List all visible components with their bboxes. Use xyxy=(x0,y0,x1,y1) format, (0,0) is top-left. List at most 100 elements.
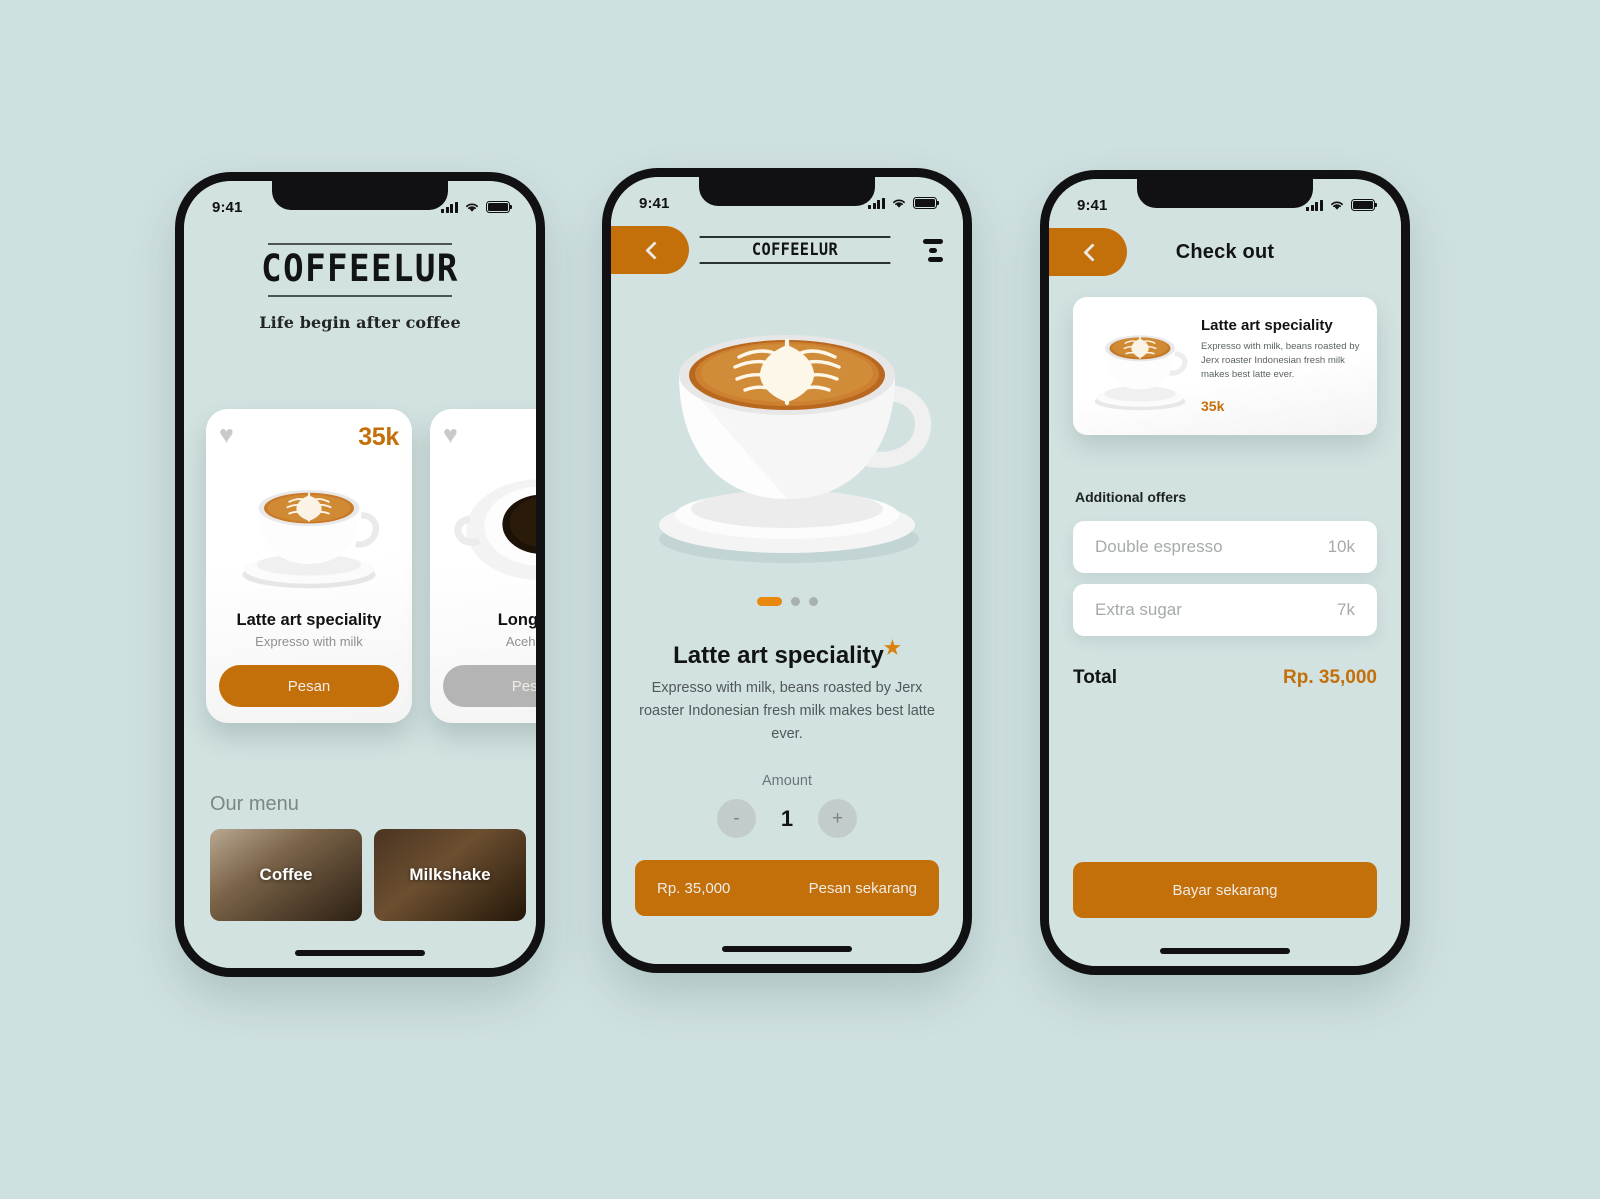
battery-icon xyxy=(1351,199,1378,211)
hamburger-menu-icon[interactable] xyxy=(901,238,963,262)
product-subtitle: Expresso with milk xyxy=(255,634,363,649)
heart-icon[interactable]: ♥ xyxy=(219,423,234,448)
offer-row[interactable]: Extra sugar 7k xyxy=(1073,584,1377,636)
status-time: 9:41 xyxy=(1077,196,1108,214)
detail-app-bar: COFFEELUR xyxy=(611,223,963,277)
offer-name: Extra sugar xyxy=(1095,600,1182,619)
order-bar-price: Rp. 35,000 xyxy=(657,879,731,897)
wifi-icon xyxy=(1331,201,1343,210)
black-coffee-image xyxy=(443,453,536,601)
product-card[interactable]: ♥ Long Bla Aceh gay Pesan xyxy=(430,409,536,723)
checkout-screen: 9:41 Check out Latte art speciality Expr… xyxy=(1049,179,1401,966)
cellular-signal-icon xyxy=(1306,199,1323,211)
order-button[interactable]: Pesan xyxy=(219,665,399,707)
brand-rule-bottom xyxy=(268,294,452,297)
cellular-signal-icon xyxy=(868,197,885,209)
brand-title: COFFEELUR xyxy=(261,247,459,290)
quantity-value: 1 xyxy=(780,805,794,831)
additional-offers-label: Additional offers xyxy=(1075,489,1187,505)
menu-section-heading: Our menu xyxy=(210,793,299,815)
offer-name: Double espresso xyxy=(1095,537,1223,556)
order-button[interactable]: Pesan xyxy=(443,665,536,707)
status-icons xyxy=(441,201,513,213)
battery-icon xyxy=(486,201,513,213)
checkout-item-description: Expresso with milk, beans roasted by Jer… xyxy=(1201,341,1360,380)
logo-rule-bottom xyxy=(699,262,891,264)
status-icons xyxy=(1306,199,1378,211)
decrement-button[interactable]: - xyxy=(717,799,756,838)
menu-category-rail[interactable]: Coffee Milkshake xyxy=(210,829,536,921)
menu-tile-milkshake[interactable]: Milkshake xyxy=(374,829,526,921)
carousel-dot[interactable] xyxy=(790,597,800,606)
mockup-stage: 9:41 COFFEELUR Life begin after coffee ♥… xyxy=(0,0,1600,1199)
menu-tile-label: Milkshake xyxy=(409,865,491,884)
checkout-item-card: Latte art speciality Expresso with milk,… xyxy=(1073,297,1377,435)
product-title: Latte art speciality★ xyxy=(611,637,963,670)
battery-icon xyxy=(913,197,940,209)
offer-price: 10k xyxy=(1327,537,1355,556)
chevron-left-icon xyxy=(1082,242,1102,262)
product-price: 35k xyxy=(358,423,399,451)
detail-screen: 9:41 COFFEELUR Latte art speciality★ Exp… xyxy=(611,177,963,964)
home-indicator xyxy=(722,946,852,952)
status-time: 9:41 xyxy=(639,194,670,212)
phone-home-screen: 9:41 COFFEELUR Life begin after coffee ♥… xyxy=(175,172,545,977)
product-card[interactable]: ♥ 35k Latte art speciality Expresso with… xyxy=(206,409,412,723)
latte-cup-image xyxy=(219,453,399,601)
latte-cup-thumbnail xyxy=(1079,311,1201,421)
product-card-header: ♥ 35k xyxy=(219,423,399,452)
phone-checkout-screen: 9:41 Check out Latte art speciality Expr… xyxy=(1040,170,1410,975)
checkout-item-price: 35k xyxy=(1201,397,1225,414)
logo-rule-top xyxy=(699,236,891,238)
order-bar-cta: Pesan sekarang xyxy=(808,879,917,897)
amount-label: Amount xyxy=(762,773,812,789)
home-indicator xyxy=(295,950,425,956)
product-description: Expresso with milk, beans roasted by Jer… xyxy=(639,680,935,743)
app-logo: COFFEELUR xyxy=(699,236,891,264)
order-now-bar[interactable]: Rp. 35,000 Pesan sekarang xyxy=(635,860,939,916)
home-indicator xyxy=(1160,948,1290,954)
menu-tile-label: Coffee xyxy=(259,865,313,884)
status-time: 9:41 xyxy=(212,198,243,216)
heart-icon[interactable]: ♥ xyxy=(443,423,458,448)
home-screen: 9:41 COFFEELUR Life begin after coffee ♥… xyxy=(184,181,536,968)
status-icons xyxy=(868,197,940,209)
carousel-dot-active[interactable] xyxy=(756,597,782,606)
offer-price: 7k xyxy=(1337,600,1355,619)
page-title: Check out xyxy=(1175,240,1275,263)
product-card-header: ♥ xyxy=(443,423,536,449)
product-carousel[interactable]: ♥ 35k Latte art speciality Expresso with… xyxy=(206,409,536,723)
checkout-app-bar: Check out xyxy=(1049,225,1401,279)
quantity-stepper[interactable]: - 1 + xyxy=(611,799,963,838)
pay-now-button[interactable]: Bayar sekarang xyxy=(1073,862,1377,918)
total-value: Rp. 35,000 xyxy=(1283,667,1377,688)
device-notch xyxy=(1137,179,1313,208)
total-row: Total Rp. 35,000 xyxy=(1073,667,1377,689)
brand-tagline: Life begin after coffee xyxy=(259,312,461,332)
back-button[interactable] xyxy=(1049,228,1127,276)
increment-button[interactable]: + xyxy=(818,799,857,838)
total-label: Total xyxy=(1073,667,1117,688)
offer-row[interactable]: Double espresso 10k xyxy=(1073,521,1377,573)
product-name: Long Bla xyxy=(497,611,536,629)
menu-tile-coffee[interactable]: Coffee xyxy=(210,829,362,921)
carousel-dots[interactable] xyxy=(611,597,963,606)
product-title-text: Latte art speciality xyxy=(673,642,884,669)
product-hero-image xyxy=(611,287,963,587)
checkout-item-name: Latte art speciality xyxy=(1201,317,1333,334)
product-name: Latte art speciality xyxy=(236,611,382,629)
brand-header: COFFEELUR Life begin after coffee xyxy=(184,243,536,332)
star-icon: ★ xyxy=(883,638,901,659)
carousel-dot[interactable] xyxy=(808,597,818,606)
device-notch xyxy=(272,181,448,210)
wifi-icon xyxy=(466,203,478,212)
checkout-item-info: Latte art speciality Expresso with milk,… xyxy=(1201,311,1361,421)
wifi-icon xyxy=(893,199,905,208)
product-subtitle: Aceh gay xyxy=(505,634,536,649)
cellular-signal-icon xyxy=(441,201,458,213)
app-logo-text: COFFEELUR xyxy=(751,240,839,260)
chevron-left-icon xyxy=(644,240,664,260)
back-button[interactable] xyxy=(611,226,689,274)
phone-detail-screen: 9:41 COFFEELUR Latte art speciality★ Exp… xyxy=(602,168,972,973)
device-notch xyxy=(699,177,875,206)
